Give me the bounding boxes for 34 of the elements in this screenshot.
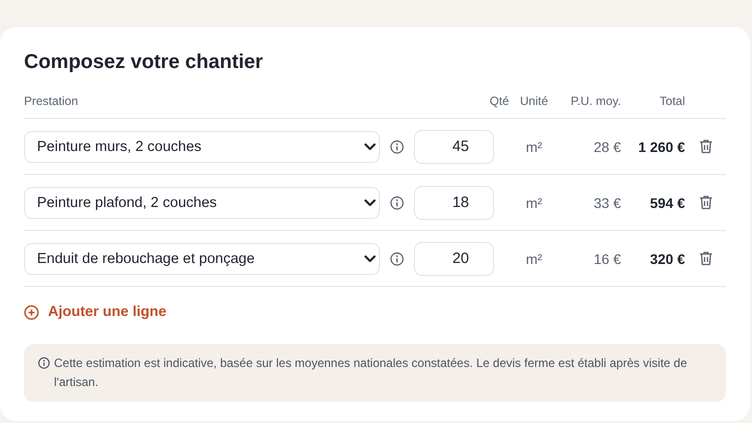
add-line-button[interactable]: Ajouter une ligne <box>24 304 166 320</box>
quantity-input[interactable]: 45 <box>414 130 494 164</box>
info-icon[interactable] <box>390 140 404 154</box>
trash-icon[interactable] <box>698 251 712 266</box>
trash-icon[interactable] <box>698 195 712 210</box>
total-cell: 1 260 € <box>638 138 685 154</box>
column-header: Qté <box>490 94 509 108</box>
column-header: Unité <box>520 94 548 108</box>
info-icon <box>38 356 50 368</box>
service-select[interactable]: Peinture murs, 2 couches <box>24 130 380 162</box>
unit-cell: m² <box>526 138 542 154</box>
service-select[interactable]: Enduit de rebouchage et ponçage <box>24 242 380 274</box>
note-text: Cette estimation est indicative, basée sur les moyennes nationales constatées. Le devis ferme est établi après visite de l'artisan. <box>54 354 688 390</box>
chevron-icon <box>364 142 376 150</box>
unit-price-cell: 16 € <box>594 250 621 266</box>
info-icon[interactable] <box>390 252 404 266</box>
total-cell: 320 € <box>650 250 685 266</box>
column-header: P.U. moy. <box>570 94 621 108</box>
quantity-input[interactable]: 20 <box>414 242 494 276</box>
card-title: Composez votre chantier <box>24 51 264 74</box>
quantity-input[interactable]: 18 <box>414 186 494 220</box>
unit-cell: m² <box>526 250 542 266</box>
plus-circle-icon <box>24 304 39 320</box>
column-header: Prestation <box>24 94 80 108</box>
service-select[interactable]: Peinture plafond, 2 couches <box>24 186 380 218</box>
trash-icon[interactable] <box>698 139 712 154</box>
info-icon[interactable] <box>390 196 404 210</box>
unit-price-cell: 33 € <box>594 194 621 210</box>
chevron-icon <box>364 198 376 206</box>
total-cell: 594 € <box>650 194 685 210</box>
column-header: Total <box>660 94 685 108</box>
unit-price-cell: 28 € <box>594 138 621 154</box>
chevron-icon <box>364 254 376 262</box>
unit-cell: m² <box>526 194 542 210</box>
